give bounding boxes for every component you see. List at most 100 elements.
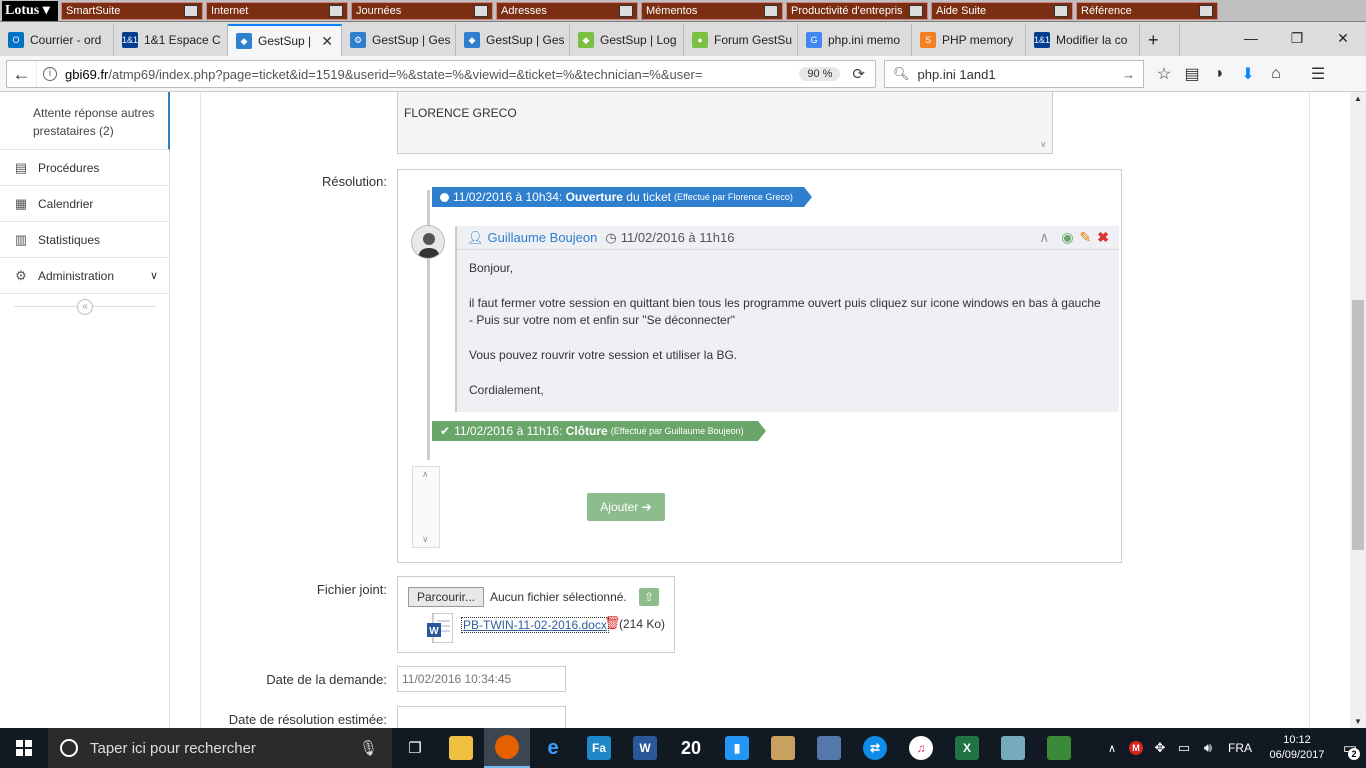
upload-icon[interactable]: ⇧ — [639, 588, 659, 606]
add-button[interactable]: Ajouter ➔ — [587, 493, 665, 521]
lotus-drawer-productivite[interactable]: Productivité d'entrepris — [786, 1, 928, 20]
browser-tab[interactable]: ● Forum GestSu — [684, 24, 798, 56]
itunes-icon[interactable]: ♫ — [898, 728, 944, 768]
network-icon[interactable]: ▭ — [1172, 728, 1196, 768]
minimize-icon[interactable]: — — [1228, 22, 1274, 54]
notifications-icon[interactable]: ▭2 — [1334, 728, 1366, 768]
chevron-up-icon[interactable]: ∧ — [1100, 728, 1124, 768]
scroll-thumb[interactable] — [1352, 300, 1364, 550]
sidebar-subitem-attente[interactable]: Attente réponse autres prestataires (2) — [0, 92, 170, 150]
fa-app-icon[interactable]: Fa — [576, 728, 622, 768]
antivirus-icon[interactable]: M — [1124, 728, 1148, 768]
sidebar-item-procedures[interactable]: ▤ Procédures — [0, 150, 170, 186]
word-icon[interactable]: W — [622, 728, 668, 768]
go-arrow-icon[interactable]: → — [1122, 67, 1135, 82]
browser-tab[interactable]: S PHP memory — [912, 24, 1026, 56]
browser-tab[interactable]: ⚙ GestSup | Ges — [342, 24, 456, 56]
book-app-icon[interactable]: ▮ — [714, 728, 760, 768]
app-icon[interactable] — [990, 728, 1036, 768]
lotus-menu-button[interactable]: Lotus ▾ — [2, 0, 58, 21]
twenty-app-icon[interactable]: 20 — [668, 728, 714, 768]
url-bar[interactable]: ← i gbi69.fr/atmp69/index.php?page=ticke… — [6, 60, 876, 88]
task-view-icon[interactable]: ❐ — [392, 728, 438, 768]
requester-name: FLORENCE GRECO — [404, 106, 517, 120]
sidebar-item-calendrier[interactable]: ▦ Calendrier — [0, 186, 170, 222]
collapse-sidebar-button[interactable]: « — [77, 299, 93, 315]
windows-start-button[interactable] — [0, 728, 48, 768]
sidebar-collapse: « — [0, 294, 170, 320]
home-icon[interactable]: ⌂ — [1262, 60, 1290, 88]
browser-tab[interactable]: ◆ GestSup | Ges — [456, 24, 570, 56]
browse-button[interactable]: Parcourir... — [408, 587, 484, 607]
resolution-textarea[interactable]: ∧ ∨ — [412, 466, 440, 548]
new-tab-icon[interactable]: + — [1140, 24, 1180, 56]
clock[interactable]: 10:12 06/09/2017 — [1260, 733, 1334, 763]
scroll-down-icon[interactable]: ▼ — [1354, 717, 1362, 726]
project-icon[interactable] — [1036, 728, 1082, 768]
search-bar[interactable]: 🔍︎ php.ini 1and1 → — [884, 60, 1144, 88]
microphone-icon[interactable]: 🎙︎ — [359, 739, 378, 757]
lotus-drawer-journees[interactable]: Journées — [351, 1, 493, 20]
chevron-down-icon[interactable]: ∨ — [422, 534, 429, 545]
request-date-field[interactable]: 11/02/2016 10:34:45 — [397, 666, 566, 692]
estimated-date-field[interactable] — [397, 706, 566, 728]
language-indicator[interactable]: FRA — [1220, 728, 1260, 768]
sidebar-item-administration[interactable]: ⚙ Administration ∨ — [0, 258, 170, 294]
window-controls: — ❐ ✕ — [1228, 22, 1366, 56]
lotus-drawer-smartsuite[interactable]: SmartSuite — [61, 1, 203, 20]
close-window-icon[interactable]: ✕ — [1320, 22, 1366, 54]
eye-icon[interactable]: ◉ — [1061, 229, 1073, 246]
chevron-up-icon[interactable]: ∧ — [422, 469, 429, 480]
page-scrollbar[interactable]: ▲ ▼ — [1350, 92, 1366, 728]
scroll-up-icon[interactable]: ▲ — [1354, 94, 1362, 103]
tab-label: php.ini memo — [828, 33, 901, 47]
browser-tab[interactable]: Gphp.ini memo — [798, 24, 912, 56]
firefox-icon[interactable] — [484, 728, 530, 768]
excel-icon[interactable]: X — [944, 728, 990, 768]
browser-tab[interactable]: 1&1 Modifier la co — [1026, 24, 1140, 56]
reader-list-icon[interactable]: ▤ — [1178, 60, 1206, 88]
delete-icon[interactable]: ✖ — [1097, 229, 1109, 246]
edge-icon[interactable]: e — [530, 728, 576, 768]
restore-icon[interactable]: ❐ — [1274, 22, 1320, 54]
followup-actions: ∧ ◉ ✎ ✖ — [1039, 229, 1109, 246]
url-text[interactable]: gbi69.fr/atmp69/index.php?page=ticket&id… — [65, 67, 799, 82]
info-icon[interactable]: i — [43, 67, 57, 81]
followup-author[interactable]: Guillaume Boujeon — [488, 230, 598, 245]
bookmark-star-icon[interactable]: ☆ — [1150, 60, 1178, 88]
browser-tab[interactable]: ◆ GestSup | ✕ — [228, 24, 342, 56]
teamviewer-icon[interactable]: ⇄ — [852, 728, 898, 768]
paint-icon[interactable] — [760, 728, 806, 768]
menu-hamburger-icon[interactable]: ☰ — [1304, 60, 1332, 88]
lotus-drawer-mementos[interactable]: Mémentos — [641, 1, 783, 20]
lotus-drawer-aide[interactable]: Aide Suite — [931, 1, 1073, 20]
browser-tab[interactable]: ◆ GestSup | Log — [570, 24, 684, 56]
globe-icon — [329, 4, 343, 17]
drawer-icon — [184, 4, 198, 17]
pencil-icon[interactable]: ✎ — [1080, 229, 1092, 246]
back-button[interactable]: ← — [7, 61, 37, 87]
dropbox-icon[interactable]: ✥ — [1148, 728, 1172, 768]
browser-tab[interactable]: 1&1 1&1 Espace C — [114, 24, 228, 56]
pocket-icon[interactable]: ◗ — [1206, 60, 1234, 88]
browser-tab[interactable]: O Courrier - ord — [0, 24, 114, 56]
network-app-icon[interactable] — [806, 728, 852, 768]
lotus-drawer-reference[interactable]: Référence — [1076, 1, 1218, 20]
sidebar-item-statistiques[interactable]: ▥ Statistiques — [0, 222, 170, 258]
search-placeholder: Taper ici pour rechercher — [90, 739, 256, 757]
chevron-down-icon[interactable]: ∨ — [1040, 139, 1047, 150]
scrollbar[interactable]: ∨ — [1036, 92, 1052, 152]
attachment-link[interactable]: PB-TWIN-11-02-2016.docx — [461, 617, 609, 633]
zoom-indicator[interactable]: 90 % — [799, 67, 841, 81]
file-explorer-icon[interactable] — [438, 728, 484, 768]
volume-icon[interactable]: 🔊︎ — [1196, 728, 1220, 768]
close-tab-icon[interactable]: ✕ — [321, 33, 333, 50]
chevron-up-icon[interactable]: ∧ — [1039, 229, 1049, 246]
lotus-drawer-adresses[interactable]: Adresses — [496, 1, 638, 20]
timeline-action: Clôture — [565, 424, 608, 438]
taskbar-search[interactable]: Taper ici pour rechercher 🎙︎ — [48, 728, 392, 768]
description-box[interactable]: FLORENCE GRECO ∨ — [397, 92, 1053, 154]
lotus-drawer-internet[interactable]: Internet — [206, 1, 348, 20]
download-icon[interactable]: ⬇ — [1234, 60, 1262, 88]
reload-icon[interactable]: ⟳ — [852, 65, 865, 83]
